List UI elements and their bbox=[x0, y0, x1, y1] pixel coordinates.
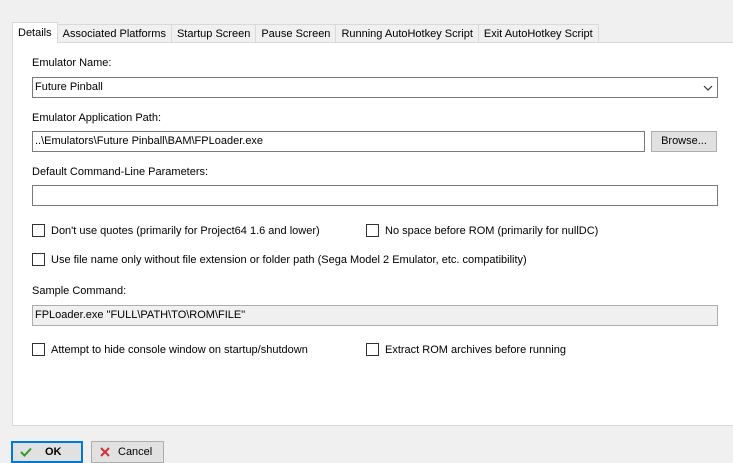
tab-running-autohotkey-script[interactable]: Running AutoHotkey Script bbox=[335, 24, 479, 43]
no-space-option[interactable]: No space before ROM (primarily for nullD… bbox=[366, 224, 598, 237]
extract-rom-label: Extract ROM archives before running bbox=[385, 343, 566, 356]
app-path-value: ..\Emulators\Future Pinball\BAM\FPLoader… bbox=[35, 135, 264, 147]
app-path-input[interactable]: ..\Emulators\Future Pinball\BAM\FPLoader… bbox=[32, 131, 645, 152]
hide-console-option[interactable]: Attempt to hide console window on startu… bbox=[32, 343, 308, 356]
emulator-name-label: Emulator Name: bbox=[32, 57, 112, 69]
tab-pause-screen[interactable]: Pause Screen bbox=[255, 24, 337, 43]
tab-startup-screen[interactable]: Startup Screen bbox=[170, 24, 257, 43]
details-panel: Emulator Name: Future Pinball Emulator A… bbox=[12, 42, 733, 426]
sample-command-label: Sample Command: bbox=[32, 285, 127, 297]
emulator-name-combobox[interactable]: Future Pinball bbox=[32, 77, 718, 98]
hide-console-label: Attempt to hide console window on startu… bbox=[51, 343, 308, 356]
tab-strip: Details Associated Platforms Startup Scr… bbox=[12, 22, 599, 43]
sample-command-field: FPLoader.exe "FULL\PATH\TO\ROM\FILE" bbox=[32, 305, 718, 326]
emulator-name-value: Future Pinball bbox=[35, 81, 103, 93]
file-name-only-label: Use file name only without file extensio… bbox=[51, 253, 527, 266]
ok-label: OK bbox=[45, 446, 62, 458]
tab-exit-autohotkey-script[interactable]: Exit AutoHotkey Script bbox=[477, 24, 599, 43]
no-space-label: No space before ROM (primarily for nullD… bbox=[385, 224, 599, 237]
x-icon bbox=[100, 447, 110, 457]
no-quotes-label: Don't use quotes (primarily for Project6… bbox=[51, 224, 320, 237]
sample-command-value: FPLoader.exe "FULL\PATH\TO\ROM\FILE" bbox=[35, 309, 246, 321]
params-input[interactable] bbox=[32, 185, 718, 206]
cancel-button[interactable]: Cancel bbox=[91, 441, 164, 463]
chevron-down-icon bbox=[703, 85, 713, 91]
browse-button[interactable]: Browse... bbox=[651, 131, 717, 152]
file-name-only-option[interactable]: Use file name only without file extensio… bbox=[32, 253, 527, 266]
file-name-only-checkbox[interactable] bbox=[32, 253, 45, 266]
checkmark-icon bbox=[20, 447, 32, 457]
no-quotes-checkbox[interactable] bbox=[32, 224, 45, 237]
cancel-label: Cancel bbox=[118, 446, 153, 458]
extract-rom-option[interactable]: Extract ROM archives before running bbox=[366, 343, 566, 356]
no-quotes-option[interactable]: Don't use quotes (primarily for Project6… bbox=[32, 224, 320, 237]
params-label: Default Command-Line Parameters: bbox=[32, 166, 209, 178]
tab-details[interactable]: Details bbox=[12, 22, 58, 43]
app-path-label: Emulator Application Path: bbox=[32, 112, 162, 124]
no-space-checkbox[interactable] bbox=[366, 224, 379, 237]
tab-associated-platforms[interactable]: Associated Platforms bbox=[56, 24, 172, 43]
ok-button[interactable]: OK bbox=[11, 441, 83, 463]
extract-rom-checkbox[interactable] bbox=[366, 343, 379, 356]
hide-console-checkbox[interactable] bbox=[32, 343, 45, 356]
